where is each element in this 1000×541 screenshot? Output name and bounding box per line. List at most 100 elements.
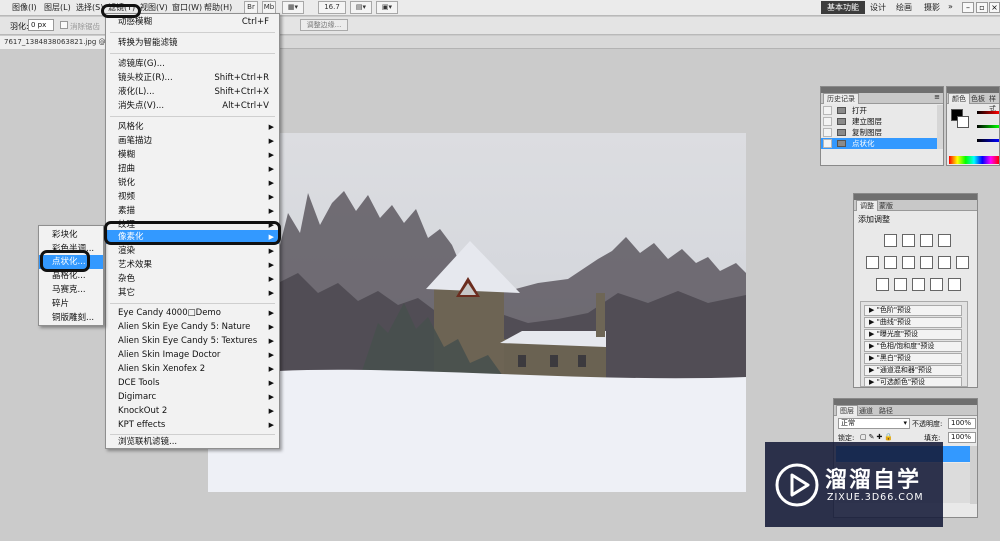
pixelate-item-mezzotint[interactable]: 铜版雕刻... [39,311,103,325]
panel-menu-icon[interactable]: ≡ [934,93,940,101]
history-row[interactable]: 复制图层 [821,127,937,138]
menu-image[interactable]: 图像(I) [12,2,37,13]
workspace-more-icon[interactable]: » [948,2,953,11]
pixelate-item-fragment[interactable]: 碎片 [39,297,103,311]
refine-edge-button[interactable]: 调整边缘... [300,19,348,31]
filter-menu-item-video[interactable]: 视频 ▶ [106,190,279,204]
filter-menu-item-distort[interactable]: 扭曲 ▶ [106,162,279,176]
black-white-icon[interactable] [920,256,933,269]
history-scrollbar[interactable] [937,105,943,149]
view-extras-dropdown[interactable]: ▦▾ [282,1,304,14]
tab-adjustments[interactable]: 调整 [856,200,878,211]
history-row[interactable]: 打开 [821,105,937,116]
preset-curves[interactable]: ▶ "曲线"预设 [864,317,962,328]
filter-menu-item-stylize[interactable]: 风格化 ▶ [106,120,279,134]
filter-menu-item-eye-candy-nature[interactable]: Alien Skin Eye Candy 5: Nature ▶ [106,320,279,334]
tab-masks[interactable]: 蒙版 [876,201,896,211]
filter-menu-item-liquify[interactable]: 液化(L)... Shift+Ctrl+X [106,85,279,99]
menu-select[interactable]: 选择(S) [76,2,103,13]
channel-mixer-icon[interactable] [956,256,969,269]
preset-selective-color[interactable]: ▶ "可选颜色"预设 [864,377,962,387]
tab-swatches[interactable]: 色板 [968,94,988,104]
pixelate-item-facet[interactable]: 彩块化 [39,228,103,242]
filter-menu-item-blur[interactable]: 模糊 ▶ [106,148,279,162]
filter-menu-item-noise[interactable]: 杂色 ▶ [106,272,279,286]
history-row[interactable]: 建立图层 [821,116,937,127]
color-spectrum-bar[interactable] [949,156,999,164]
menu-layer[interactable]: 图层(L) [44,2,71,13]
screen-mode-dropdown[interactable]: ▣▾ [376,1,398,14]
tab-layers[interactable]: 图层 [836,405,858,416]
curves-icon[interactable] [920,234,933,247]
filter-menu-item-kpt-effects[interactable]: KPT effects ▶ [106,418,279,432]
filter-menu-item-artistic[interactable]: 艺术效果 ▶ [106,258,279,272]
preset-exposure[interactable]: ▶ "曝光度"预设 [864,329,962,340]
tab-channels[interactable]: 通道 [856,406,876,416]
color-balance-icon[interactable] [902,256,915,269]
filter-menu-item-render[interactable]: 渲染 ▶ [106,244,279,258]
lock-icons[interactable]: ▢✎✚🔒 [860,433,895,441]
antialias-checkbox[interactable] [60,21,68,29]
filter-menu-item-sketch[interactable]: 素描 ▶ [106,204,279,218]
tab-color[interactable]: 颜色 [948,93,970,104]
pixelate-item-color-halftone[interactable]: 彩色半调... [39,242,103,256]
menu-help[interactable]: 帮助(H) [204,2,232,13]
fill-input[interactable]: 100% [948,432,976,443]
preset-channel-mixer[interactable]: ▶ "通道混和器"预设 [864,365,962,376]
preset-black-white[interactable]: ▶ "黑白"预设 [864,353,962,364]
zoom-level-dropdown[interactable]: 16.7 [318,1,346,14]
menu-filter[interactable]: 滤镜(T) [108,2,135,13]
pixelate-item-crystallize[interactable]: 晶格化... [39,269,103,283]
vibrance-icon[interactable] [866,256,879,269]
workspace-painting[interactable]: 绘画 [896,2,912,13]
tab-paths[interactable]: 路径 [876,406,896,416]
filter-menu-item-filter-gallery[interactable]: 滤镜库(G)... [106,57,279,71]
brightness-contrast-icon[interactable] [884,234,897,247]
document-canvas[interactable] [208,133,746,492]
filter-menu-item-lens-correction[interactable]: 镜头校正(R)... Shift+Ctrl+R [106,71,279,85]
red-slider[interactable] [977,111,999,114]
filter-menu-item-browse-online[interactable]: 浏览联机滤镜... [106,435,279,449]
filter-menu-item-smart-filter[interactable]: 转换为智能滤镜 [106,36,279,50]
posterize-icon[interactable] [894,278,907,291]
menu-view[interactable]: 视图(V) [140,2,168,13]
feather-input[interactable]: 0 px [28,19,54,31]
filter-menu-item-vanishing-point[interactable]: 消失点(V)... Alt+Ctrl+V [106,99,279,113]
filter-menu-item-other[interactable]: 其它 ▶ [106,286,279,300]
threshold-icon[interactable] [912,278,925,291]
filter-menu-item-brush-strokes[interactable]: 画笔描边 ▶ [106,134,279,148]
filter-menu-item-dce-tools[interactable]: DCE Tools ▶ [106,376,279,390]
filter-menu-item-eye-candy-textures[interactable]: Alien Skin Eye Candy 5: Textures ▶ [106,334,279,348]
invert-icon[interactable] [876,278,889,291]
photo-filter-icon[interactable] [938,256,951,269]
selective-color-icon[interactable] [948,278,961,291]
opacity-input[interactable]: 100% [948,418,976,429]
layers-scrollbar[interactable] [970,446,977,504]
restore-icon[interactable]: ▫ [976,2,988,13]
pixelate-item-mosaic[interactable]: 马赛克... [39,283,103,297]
gradient-map-icon[interactable] [930,278,943,291]
menu-window[interactable]: 窗口(W) [172,2,202,13]
preset-hue-saturation[interactable]: ▶ "色相/饱和度"预设 [864,341,962,352]
filter-menu-item-xenofex[interactable]: Alien Skin Xenofex 2 ▶ [106,362,279,376]
background-color-swatch[interactable] [957,116,969,128]
workspace-essentials-button[interactable]: 基本功能 [821,1,865,14]
filter-menu-item-motion-blur[interactable]: 动感模糊 Ctrl+F [106,15,279,29]
filter-menu-item-pixelate[interactable]: 像素化 ▶ [106,230,279,244]
blend-mode-select[interactable]: 正常 ▾ [838,418,910,429]
filter-menu-item-image-doctor[interactable]: Alien Skin Image Doctor ▶ [106,348,279,362]
exposure-icon[interactable] [938,234,951,247]
workspace-design[interactable]: 设计 [870,2,886,13]
workspace-photography[interactable]: 摄影 [924,2,940,13]
blue-slider[interactable] [977,139,999,142]
tab-history[interactable]: 历史记录 [823,93,859,104]
hue-saturation-icon[interactable] [884,256,897,269]
filter-menu-item-digimarc[interactable]: Digimarc ▶ [106,390,279,404]
preset-levels[interactable]: ▶ "色阶"预设 [864,305,962,316]
filter-menu-item-sharpen[interactable]: 锐化 ▶ [106,176,279,190]
arrange-documents-dropdown[interactable]: ▤▾ [350,1,372,14]
history-row-selected[interactable]: 点状化 [821,138,937,149]
close-icon[interactable]: × [989,2,1000,13]
pixelate-item-pointillize[interactable]: 点状化... [39,255,103,269]
filter-menu-item-knockout[interactable]: KnockOut 2 ▶ [106,404,279,418]
